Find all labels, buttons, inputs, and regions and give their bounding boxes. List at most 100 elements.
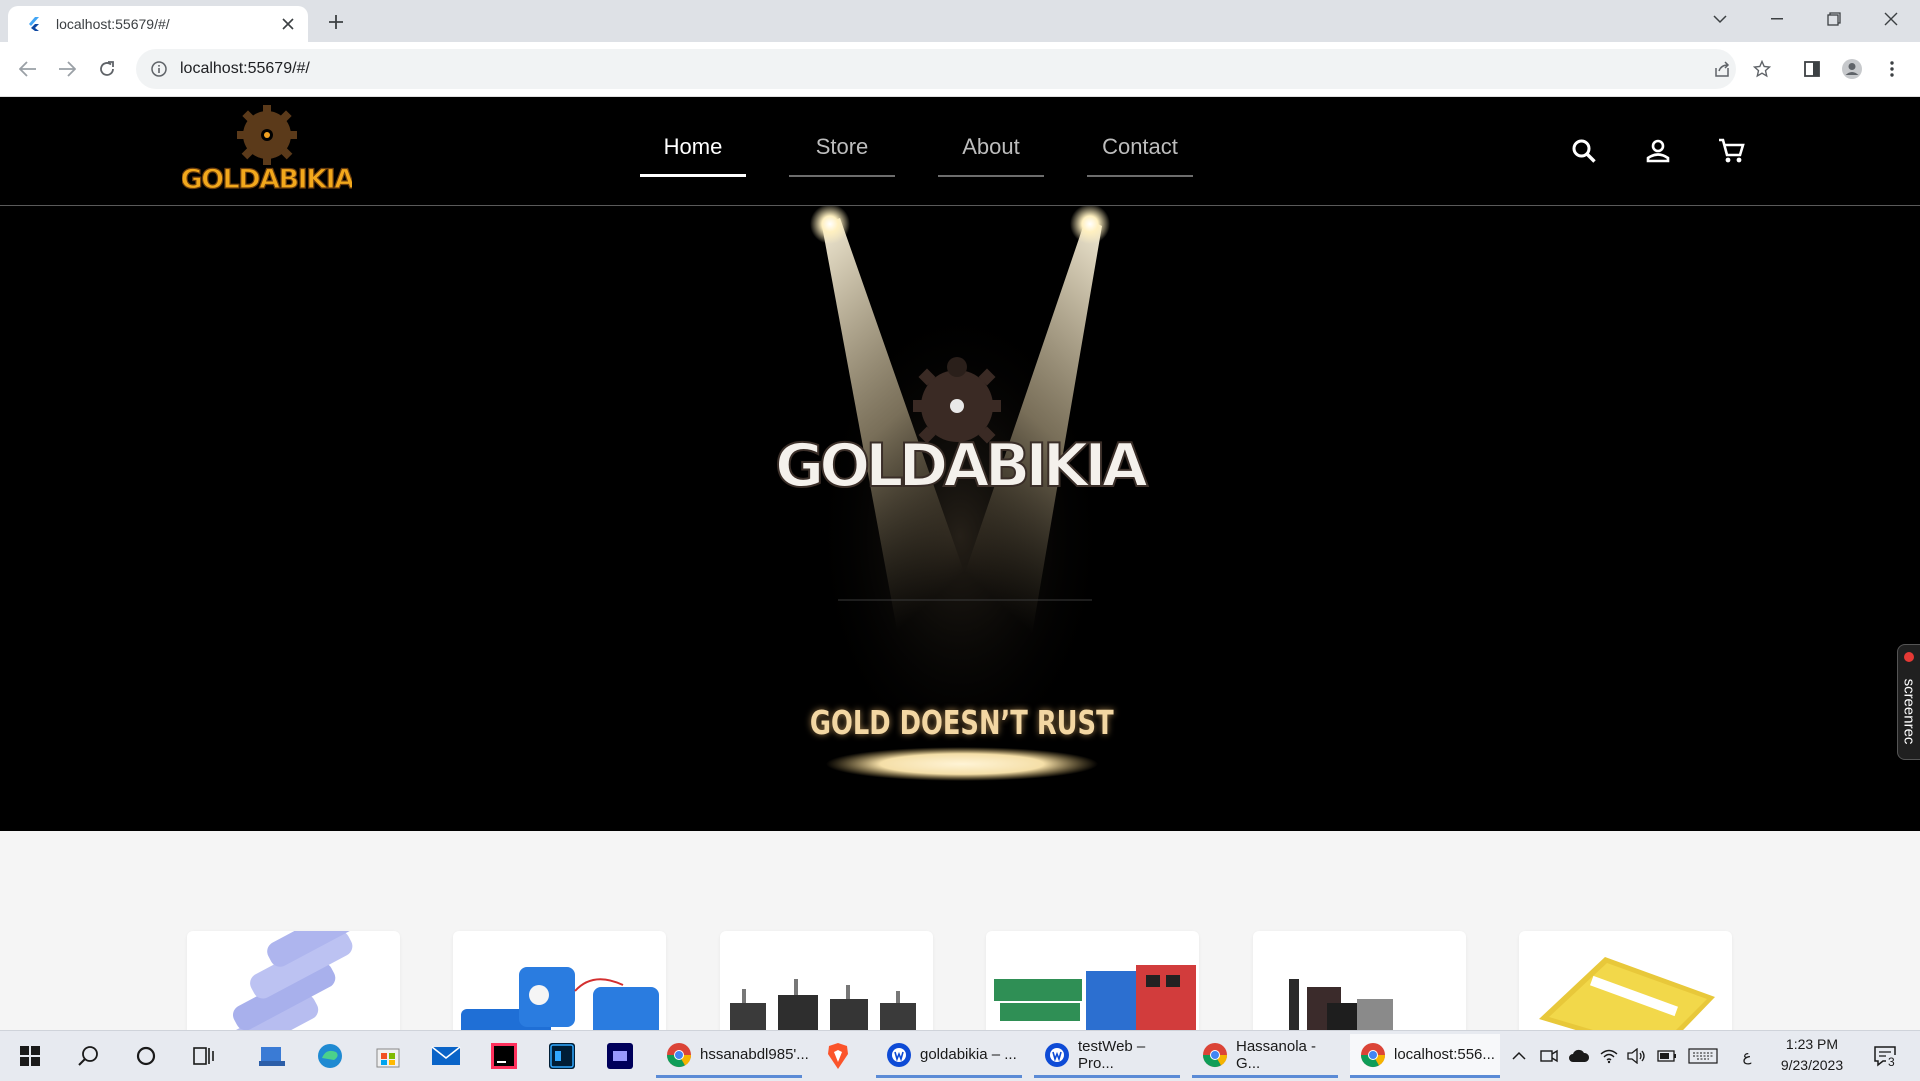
screenrec-label: screenrec bbox=[1900, 678, 1918, 745]
cart-icon[interactable] bbox=[1714, 133, 1750, 169]
product-card-power-adapters[interactable] bbox=[1253, 931, 1466, 1041]
address-bar[interactable]: localhost:55679/#/ bbox=[136, 49, 1736, 89]
chrome-icon bbox=[1203, 1042, 1227, 1067]
notification-count-badge: 3 bbox=[1886, 1055, 1897, 1069]
nav-store-label: Store bbox=[815, 134, 869, 159]
nav-home-underline bbox=[640, 174, 746, 177]
hero-logo-wordmark: GOLDABIKIA bbox=[775, 431, 1149, 501]
close-window-button[interactable] bbox=[1863, 0, 1919, 38]
account-icon[interactable] bbox=[1640, 133, 1676, 169]
taskbar-app-chrome-1[interactable]: hssanabdl985'... bbox=[656, 1034, 809, 1078]
ms-store-icon[interactable] bbox=[368, 1036, 408, 1076]
nav-store[interactable]: Store bbox=[789, 97, 895, 205]
brave-icon[interactable] bbox=[818, 1036, 858, 1076]
side-panel-icon[interactable] bbox=[1796, 53, 1828, 85]
main-nav: Home Store About Contact bbox=[640, 97, 1236, 205]
close-tab-icon[interactable] bbox=[274, 10, 302, 38]
chrome-icon bbox=[1361, 1042, 1385, 1067]
battery-icon[interactable] bbox=[1656, 1046, 1678, 1066]
cortana-icon[interactable] bbox=[126, 1036, 166, 1076]
show-hidden-icons-chevron-icon[interactable] bbox=[1508, 1046, 1530, 1066]
tab-title: localhost:55679/#/ bbox=[56, 16, 170, 32]
flutter-icon bbox=[29, 17, 39, 31]
nav-home[interactable]: Home bbox=[640, 97, 746, 205]
screenrec-widget[interactable]: screenrec bbox=[1897, 644, 1920, 760]
nav-home-label: Home bbox=[663, 134, 723, 159]
taskbar-app-label: Hassanola - G... bbox=[1236, 1037, 1317, 1072]
product-card-lithium-battery-cells[interactable] bbox=[187, 931, 400, 1041]
clock-date: 9/23/2023 bbox=[1780, 1057, 1844, 1073]
lipo-battery-image bbox=[1539, 957, 1715, 1041]
browser-tab[interactable]: localhost:55679/#/ bbox=[8, 6, 308, 42]
product-card-lipo-battery[interactable] bbox=[1519, 931, 1732, 1041]
windows-taskbar: hssanabdl985'... goldabikia – ... testWe… bbox=[0, 1030, 1920, 1081]
share-icon[interactable] bbox=[1706, 53, 1738, 85]
task-view-icon[interactable] bbox=[184, 1036, 224, 1076]
webstorm-icon bbox=[887, 1042, 911, 1067]
taskbar-app-webstorm-2[interactable]: testWeb – Pro... bbox=[1034, 1034, 1180, 1078]
forward-icon[interactable] bbox=[51, 53, 83, 85]
back-icon[interactable] bbox=[12, 53, 44, 85]
tab-search-icon[interactable] bbox=[1692, 0, 1748, 38]
edge-icon[interactable] bbox=[310, 1036, 350, 1076]
taskbar-app-label: localhost:556... bbox=[1394, 1046, 1495, 1063]
input-language-indicator[interactable]: ع bbox=[1736, 1046, 1758, 1066]
taskbar-app-label: goldabikia – ... bbox=[920, 1046, 1017, 1063]
restore-button[interactable] bbox=[1806, 0, 1862, 38]
product-card-battery-packs[interactable] bbox=[453, 931, 666, 1041]
site-info-icon[interactable] bbox=[150, 60, 168, 78]
browser-tabstrip: localhost:55679/#/ bbox=[0, 0, 1920, 42]
reload-icon[interactable] bbox=[91, 53, 123, 85]
browser-toolbar: localhost:55679/#/ bbox=[0, 42, 1920, 97]
clock-time: 1:23 PM bbox=[1785, 1036, 1839, 1052]
nav-contact-underline bbox=[1087, 175, 1193, 177]
floor-spotlight bbox=[826, 747, 1098, 781]
taskbar-app-chrome-3[interactable]: localhost:556... bbox=[1350, 1034, 1500, 1078]
stepper-motors-image bbox=[730, 979, 916, 1041]
windows-start-icon[interactable] bbox=[10, 1036, 50, 1076]
right-spotlight-lamp bbox=[1070, 206, 1110, 244]
bms-boards-image bbox=[994, 965, 1196, 1041]
logo-wordmark: GOLDABIKIA bbox=[182, 164, 352, 195]
photoshop-icon[interactable] bbox=[542, 1036, 582, 1076]
product-card-bms-boards[interactable] bbox=[986, 931, 1199, 1041]
search-icon[interactable] bbox=[1566, 133, 1602, 169]
notification-center-icon[interactable]: 3 bbox=[1870, 1043, 1900, 1069]
webstorm-icon bbox=[1045, 1042, 1069, 1067]
site-logo[interactable]: GOLDABIKIA bbox=[182, 102, 352, 198]
taskbar-app-chrome-2[interactable]: Hassanola - G... bbox=[1192, 1034, 1338, 1078]
volume-icon[interactable] bbox=[1626, 1046, 1648, 1066]
taskbar-app-label: hssanabdl985'... bbox=[700, 1046, 809, 1063]
product-strip bbox=[0, 831, 1920, 1041]
after-effects-icon[interactable] bbox=[600, 1036, 640, 1076]
onedrive-cloud-icon[interactable] bbox=[1568, 1046, 1590, 1066]
taskbar-search-icon[interactable] bbox=[68, 1036, 108, 1076]
bookmark-star-icon[interactable] bbox=[1746, 53, 1778, 85]
hero-banner: GOLDABIKIA GOLD DOESN’T RUST screenrec bbox=[0, 206, 1920, 831]
taskbar-app-webstorm-1[interactable]: goldabikia – ... bbox=[876, 1034, 1022, 1078]
record-icon bbox=[1904, 652, 1914, 662]
new-tab-button[interactable] bbox=[322, 8, 350, 36]
minimize-button[interactable] bbox=[1749, 0, 1805, 38]
battery-packs-image bbox=[461, 967, 659, 1041]
taskbar-app-label: testWeb – Pro... bbox=[1078, 1037, 1146, 1072]
meet-now-icon[interactable] bbox=[1538, 1046, 1560, 1066]
chrome-icon bbox=[667, 1042, 691, 1067]
taskbar-clock[interactable]: 1:23 PM 9/23/2023 bbox=[1766, 1034, 1858, 1076]
url-text: localhost:55679/#/ bbox=[180, 60, 310, 77]
file-explorer-icon[interactable] bbox=[252, 1036, 292, 1076]
wifi-icon[interactable] bbox=[1598, 1046, 1620, 1066]
nav-about[interactable]: About bbox=[938, 97, 1044, 205]
nav-store-underline bbox=[789, 175, 895, 177]
nav-contact-label: Contact bbox=[1102, 134, 1178, 159]
nav-about-underline bbox=[938, 175, 1044, 177]
intellij-icon[interactable] bbox=[484, 1036, 524, 1076]
nav-about-label: About bbox=[962, 134, 1020, 159]
profile-avatar-icon[interactable] bbox=[1836, 53, 1868, 85]
product-card-stepper-motors[interactable] bbox=[720, 931, 933, 1041]
touch-keyboard-icon[interactable] bbox=[1686, 1046, 1720, 1066]
browser-menu-icon[interactable] bbox=[1876, 53, 1908, 85]
nav-contact[interactable]: Contact bbox=[1087, 97, 1193, 205]
battery-cells-image bbox=[215, 931, 370, 1041]
mail-icon[interactable] bbox=[426, 1036, 466, 1076]
